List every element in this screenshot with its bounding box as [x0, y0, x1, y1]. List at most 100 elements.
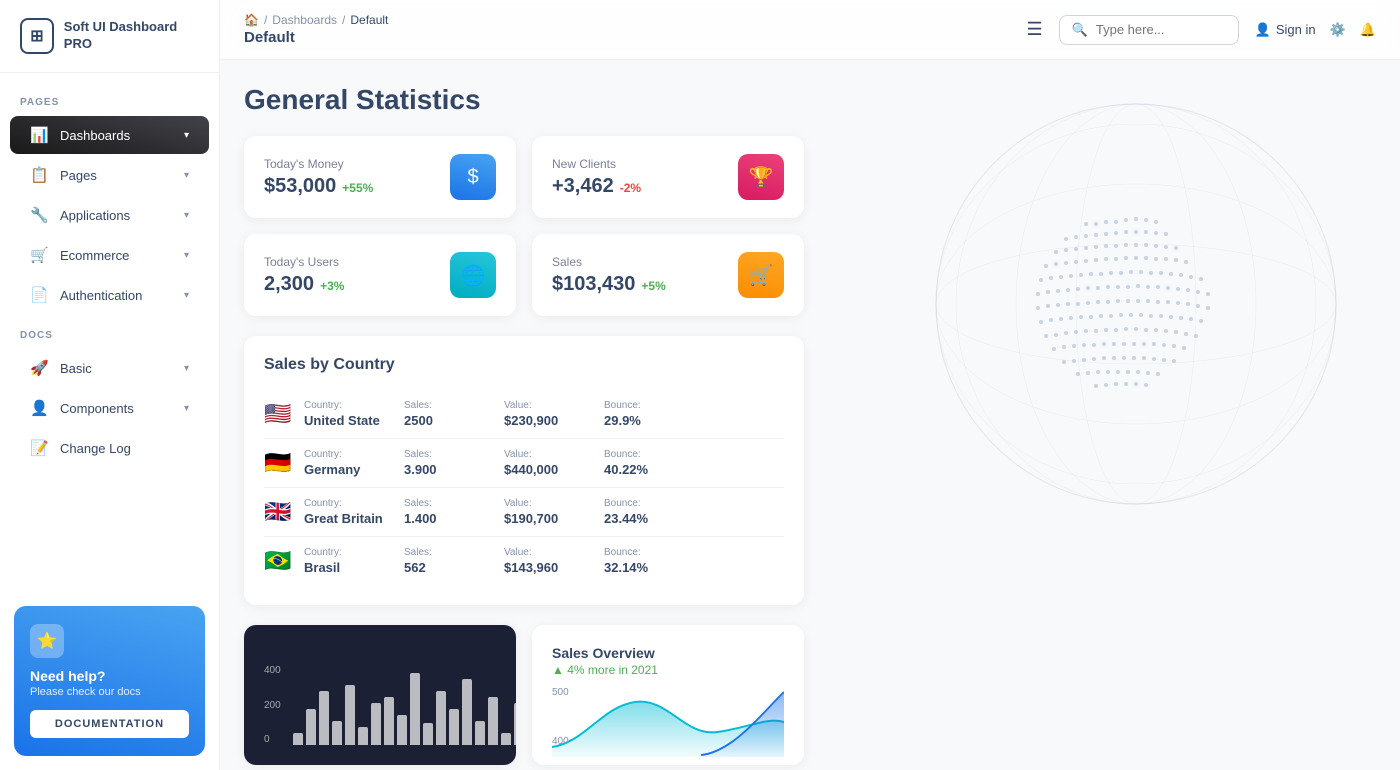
sidebar-item-components[interactable]: 👤 Components ▾	[10, 389, 209, 427]
bar	[306, 709, 316, 745]
bar	[332, 721, 342, 745]
sidebar: ⊞ Soft UI Dashboard PRO PAGES 📊 Dashboar…	[0, 0, 220, 770]
sidebar-item-changelog[interactable]: 📝 Change Log	[10, 429, 209, 467]
globe-icon: 🌐	[461, 263, 486, 288]
stat-change-users: +3%	[320, 279, 344, 293]
trophy-icon: 🏆	[749, 165, 774, 190]
sidebar-section-pages: PAGES	[0, 83, 219, 114]
sidebar-label-changelog: Change Log	[60, 441, 131, 456]
bar	[488, 697, 498, 745]
pages-icon: 📋	[30, 166, 48, 184]
header: 🏠 / Dashboards / Default Default ☰ 🔍 👤 S…	[220, 0, 1400, 60]
stat-label-sales: Sales	[552, 255, 666, 269]
sales-by-country-title: Sales by Country	[264, 356, 784, 374]
logo-icon: ⊞	[20, 18, 54, 54]
help-card-subtitle: Please check our docs	[30, 686, 189, 698]
breadcrumb-current: Default	[350, 13, 388, 27]
bar	[358, 727, 368, 745]
globe-decoration	[796, 84, 1376, 554]
sign-in-label: Sign in	[1276, 22, 1316, 37]
country-info: Country: Germany Sales: 3.900 Value: $44…	[304, 449, 784, 477]
sidebar-label-pages: Pages	[60, 168, 97, 183]
bar	[514, 703, 516, 745]
sidebar-item-authentication[interactable]: 📄 Authentication ▾	[10, 276, 209, 314]
country-rows-container: 🇺🇸 Country: United State Sales: 2500 Val…	[264, 390, 784, 585]
country-col-value: Value: $190,700	[504, 498, 584, 526]
stat-change-money: +55%	[342, 181, 373, 195]
country-col-value: Value: $143,960	[504, 547, 584, 575]
country-info: Country: Great Britain Sales: 1.400 Valu…	[304, 498, 784, 526]
bar-chart-y-0: 0	[264, 734, 281, 745]
stat-label-money: Today's Money	[264, 157, 373, 171]
ecommerce-icon: 🛒	[30, 246, 48, 264]
stats-row: Today's Money $53,000+55% $ New Clients	[244, 136, 804, 316]
country-row: 🇧🇷 Country: Brasil Sales: 562 Value: $14…	[264, 537, 784, 585]
mini-chart-area: 500 400	[552, 687, 784, 757]
country-col-name: Country: Brasil	[304, 547, 384, 575]
stat-change-sales: +5%	[641, 279, 665, 293]
chevron-down-icon: ▾	[184, 170, 189, 181]
sidebar-item-ecommerce[interactable]: 🛒 Ecommerce ▾	[10, 236, 209, 274]
stat-value-users: 2,300+3%	[264, 273, 344, 296]
sidebar-item-pages[interactable]: 📋 Pages ▾	[10, 156, 209, 194]
country-flag: 🇬🇧	[264, 499, 294, 525]
country-col-sales: Sales: 562	[404, 547, 484, 575]
bar	[371, 703, 381, 745]
documentation-button[interactable]: DOCUMENTATION	[30, 710, 189, 738]
stat-label-users: Today's Users	[264, 255, 344, 269]
sidebar-item-basic[interactable]: 🚀 Basic ▾	[10, 349, 209, 387]
changelog-icon: 📝	[30, 439, 48, 457]
sales-overview-title: Sales Overview	[552, 645, 784, 661]
sign-in-button[interactable]: 👤 Sign in	[1255, 22, 1316, 38]
cart-icon: 🛒	[749, 263, 774, 288]
breadcrumb-sep2: /	[342, 13, 345, 27]
header-left: 🏠 / Dashboards / Default Default	[244, 13, 388, 46]
stat-icon-clients: 🏆	[738, 154, 784, 200]
notifications-button[interactable]: 🔔	[1360, 22, 1376, 38]
settings-button[interactable]: ⚙️	[1330, 22, 1346, 38]
breadcrumb-dashboards[interactable]: Dashboards	[272, 13, 337, 27]
hamburger-icon[interactable]: ☰	[1027, 19, 1043, 40]
search-input[interactable]	[1096, 22, 1216, 37]
country-row: 🇺🇸 Country: United State Sales: 2500 Val…	[264, 390, 784, 439]
breadcrumb: 🏠 / Dashboards / Default	[244, 13, 388, 27]
bar	[384, 697, 394, 745]
stat-value-money: $53,000+55%	[264, 175, 373, 198]
country-col-bounce: Bounce: 23.44%	[604, 498, 684, 526]
stat-icon-users: 🌐	[450, 252, 496, 298]
stat-card-money: Today's Money $53,000+55% $	[244, 136, 516, 218]
bar	[319, 691, 329, 745]
main-area: 🏠 / Dashboards / Default Default ☰ 🔍 👤 S…	[220, 0, 1400, 770]
sidebar-item-applications[interactable]: 🔧 Applications ▾	[10, 196, 209, 234]
sales-overview-card: Sales Overview ▲ 4% more in 2021	[532, 625, 804, 765]
sales-by-country-card: Sales by Country 🇺🇸 Country: United Stat…	[244, 336, 804, 605]
sidebar-label-components: Components	[60, 401, 134, 416]
country-col-name: Country: Germany	[304, 449, 384, 477]
help-card: ⭐ Need help? Please check our docs DOCUM…	[14, 606, 205, 756]
chevron-down-icon: ▾	[184, 290, 189, 301]
country-flag: 🇧🇷	[264, 548, 294, 574]
country-info: Country: Brasil Sales: 562 Value: $143,9…	[304, 547, 784, 575]
components-icon: 👤	[30, 399, 48, 417]
chevron-down-icon: ▾	[184, 250, 189, 261]
header-title: Default	[244, 29, 388, 46]
country-col-sales: Sales: 2500	[404, 400, 484, 428]
sales-overview-subtitle: ▲ 4% more in 2021	[552, 663, 784, 677]
country-col-sales: Sales: 3.900	[404, 449, 484, 477]
authentication-icon: 📄	[30, 286, 48, 304]
bar	[449, 709, 459, 745]
basic-icon: 🚀	[30, 359, 48, 377]
content-inner: General Statistics Today's Money $53,000…	[244, 84, 1376, 765]
country-info: Country: United State Sales: 2500 Value:…	[304, 400, 784, 428]
country-row: 🇬🇧 Country: Great Britain Sales: 1.400 V…	[264, 488, 784, 537]
country-col-bounce: Bounce: 40.22%	[604, 449, 684, 477]
stat-change-clients: -2%	[620, 181, 641, 195]
bottom-charts-row: 400 200 0 Sales Overview ▲ 4% more	[244, 625, 804, 765]
country-flag: 🇺🇸	[264, 401, 294, 427]
stat-card-clients: New Clients +3,462-2% 🏆	[532, 136, 804, 218]
gear-icon: ⚙️	[1330, 22, 1346, 38]
header-actions: 👤 Sign in ⚙️ 🔔	[1255, 22, 1376, 38]
sidebar-label-applications: Applications	[60, 208, 130, 223]
home-icon: 🏠	[244, 13, 259, 27]
sidebar-item-dashboards[interactable]: 📊 Dashboards ▾	[10, 116, 209, 154]
